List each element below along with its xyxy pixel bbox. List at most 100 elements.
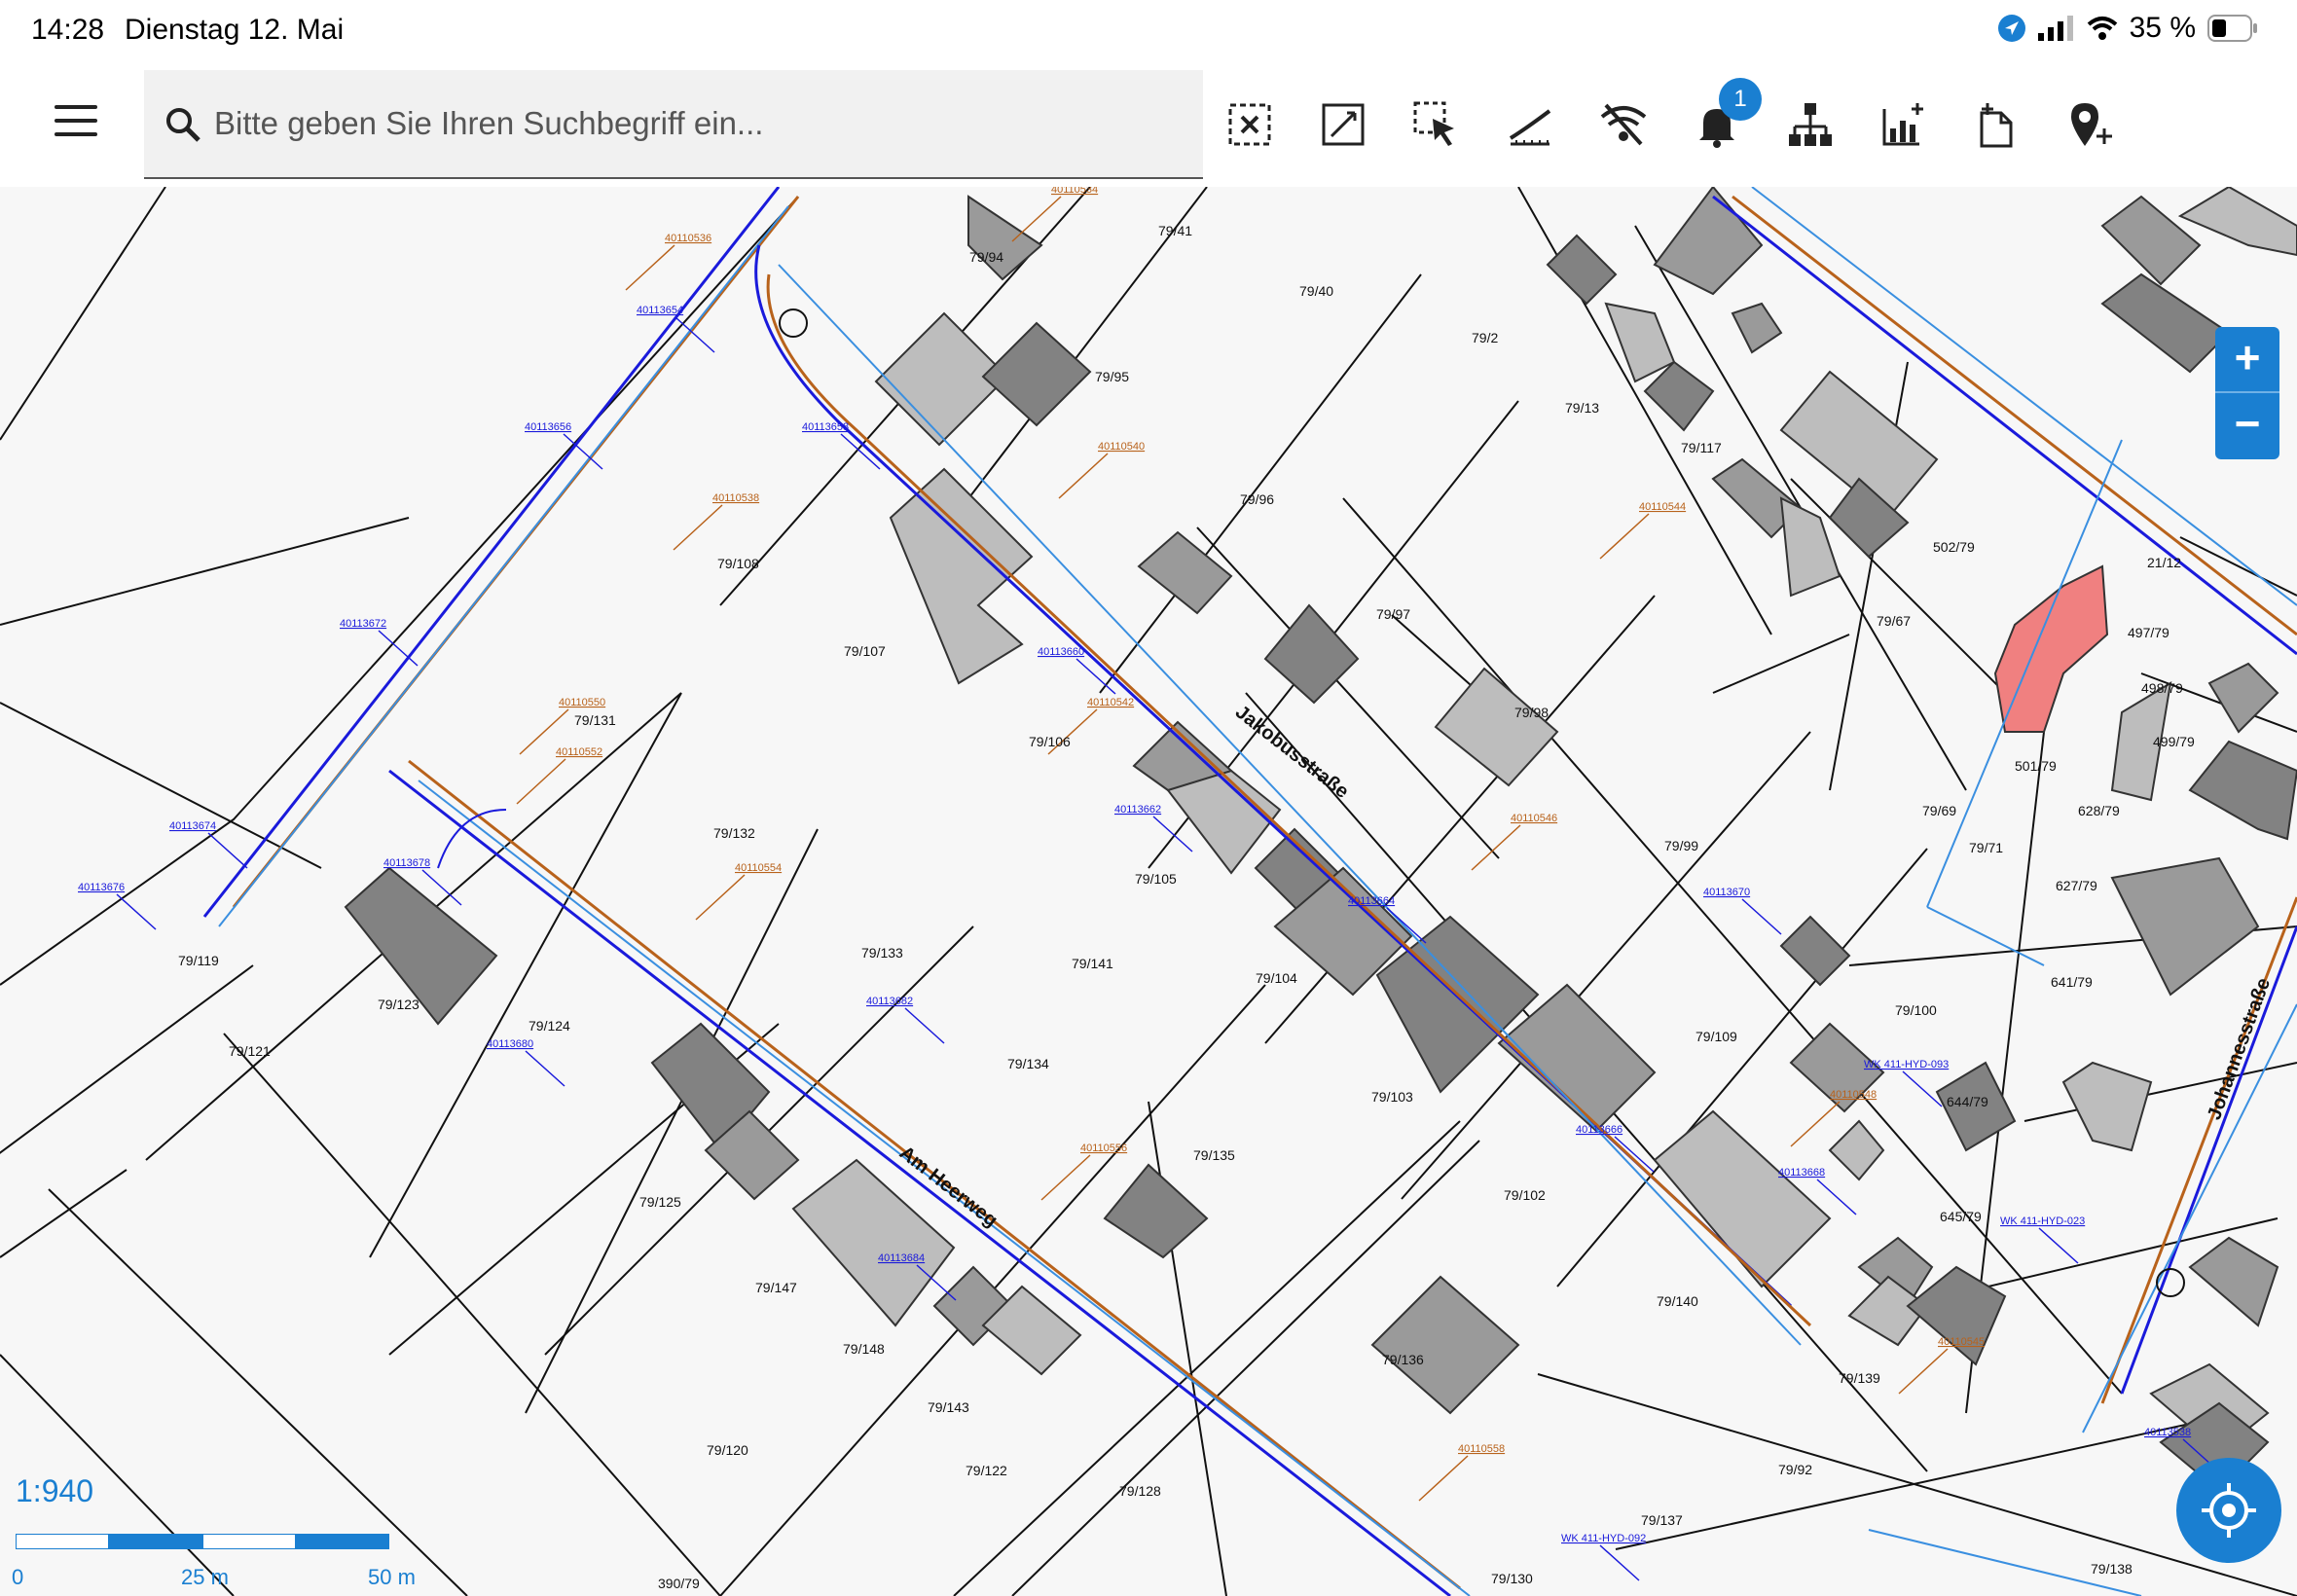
hamburger-menu-icon[interactable]	[55, 105, 97, 144]
sewer-asset-label: 40110552	[556, 746, 602, 758]
pipe-line-12	[2120, 925, 2297, 1395]
zoom-out-button[interactable]: −	[2215, 393, 2279, 457]
leader-line-5	[207, 832, 248, 869]
zoom-control: + −	[2215, 327, 2279, 459]
sewer-asset-label: 40110558	[1458, 1443, 1505, 1455]
building-14	[1779, 915, 1851, 987]
battery-icon	[2207, 15, 2257, 42]
add-location-icon[interactable]	[2065, 99, 2116, 150]
leader-line-8	[1152, 816, 1193, 852]
sewer-asset-label: 40110542	[1087, 697, 1134, 708]
water-asset-label: WK 411-HYD-093	[1864, 1059, 1949, 1070]
pipe-line-15	[1926, 439, 2123, 908]
leader-line-o-8	[1471, 824, 1521, 871]
parcel-number-label: 499/79	[2153, 734, 2195, 749]
sewer-asset-label: 40110554	[735, 862, 782, 874]
parcel-number-label: 627/79	[2056, 878, 2097, 893]
water-asset-label: 40113658	[802, 421, 849, 433]
leader-line-2	[840, 433, 881, 470]
parcel-number-label: 79/40	[1299, 283, 1333, 299]
report-icon[interactable]	[1878, 99, 1929, 150]
crosshair-icon	[2202, 1483, 2256, 1538]
zoom-in-button[interactable]: +	[2215, 327, 2279, 391]
search-icon	[166, 108, 201, 142]
map-canvas[interactable]: Jakobusstraße Am Heerweg Johannesstraße 79…	[0, 187, 2297, 1596]
clear-selection-icon[interactable]	[1224, 99, 1275, 150]
sewer-asset-label: 40110545	[1938, 1336, 1985, 1348]
locate-me-button[interactable]	[2176, 1458, 2281, 1563]
building-39	[2110, 856, 2260, 997]
sewer-asset-label: 40110548	[1830, 1089, 1877, 1101]
building-48	[1370, 1275, 1520, 1415]
water-asset-label: 40113666	[1576, 1124, 1622, 1136]
measure-icon[interactable]	[1318, 99, 1368, 150]
manhole-marker	[2156, 1268, 2185, 1297]
search-bar	[144, 70, 1203, 179]
water-asset-label: 40113672	[340, 618, 386, 630]
search-input[interactable]	[212, 95, 1170, 152]
building-40	[2061, 1061, 2153, 1152]
pipe-line-14	[2082, 1003, 2297, 1433]
offline-icon[interactable]	[1598, 99, 1649, 150]
parcel-number-label: 79/143	[928, 1399, 969, 1415]
parcel-number-label: 79/137	[1641, 1512, 1683, 1528]
notification-badge: 1	[1719, 78, 1762, 121]
parcel-number-label: 497/79	[2128, 625, 2169, 640]
network-icon[interactable]	[1785, 99, 1836, 150]
water-asset-label: 40113674	[169, 820, 216, 832]
leader-line-12	[1741, 898, 1782, 935]
leader-line-17	[1902, 1070, 1943, 1107]
parcel-number-label: 79/92	[1778, 1462, 1812, 1477]
parcel-number-label: 79/100	[1895, 1002, 1937, 1018]
parcel-number-label: 390/79	[658, 1576, 700, 1591]
parcel-number-label: 79/138	[2091, 1561, 2133, 1577]
parcel-number-label: 628/79	[2078, 803, 2120, 818]
leader-line-o-10	[1790, 1101, 1841, 1147]
profile-icon[interactable]	[1505, 99, 1555, 150]
leader-line-o-13	[1898, 1348, 1949, 1395]
scale-label-0: 0	[12, 1565, 24, 1589]
sewer-asset-label: 40110540	[1098, 441, 1145, 453]
leader-line-o-2	[1058, 453, 1109, 499]
parcel-number-label: 79/71	[1969, 840, 2003, 855]
parcel-number-label: 79/141	[1072, 956, 1113, 971]
pipe-line-2	[218, 205, 789, 927]
highlighted-building[interactable]	[1993, 564, 2109, 733]
parcel-number-label: 79/69	[1922, 803, 1956, 818]
parcel-number-label: 79/109	[1695, 1029, 1737, 1044]
select-icon[interactable]	[1411, 99, 1462, 150]
building-2	[981, 321, 1092, 427]
status-indicators: 35 %	[1997, 12, 2258, 45]
parcel-number-label: 79/99	[1664, 838, 1698, 853]
parcel-number-label: 644/79	[1947, 1094, 1988, 1109]
building-16	[1828, 1119, 1885, 1181]
parcel-number-label: 79/139	[1839, 1370, 1880, 1386]
map-scale-ratio: 1:940	[16, 1473, 94, 1508]
scale-bar	[16, 1534, 391, 1551]
scale-label-25: 25 m	[181, 1565, 229, 1589]
leader-line-3	[378, 630, 419, 667]
building-10	[1434, 667, 1559, 787]
water-asset-label: 40113684	[878, 1252, 925, 1264]
building-38	[2188, 740, 2297, 841]
building-33	[2100, 195, 2202, 286]
status-bar: 14:28 Dienstag 12. Mai 35 %	[0, 0, 2297, 62]
cadastral-map[interactable]: JakobusstraßeAm HeerwegJohannesstraße 79…	[0, 187, 2297, 1596]
water-asset-label: 40113654	[637, 305, 683, 316]
parcel-number-label: 79/108	[717, 556, 759, 571]
water-asset-label: WK 411-HYD-023	[2000, 1215, 2085, 1227]
building-20	[1103, 1163, 1209, 1259]
water-asset-label: 40113656	[525, 421, 571, 433]
water-asset-label: 40113680	[487, 1038, 533, 1050]
top-toolbar: 1	[0, 62, 2297, 187]
building-35	[2100, 272, 2231, 374]
parcel-number-label: 79/131	[574, 712, 616, 728]
add-document-icon[interactable]	[1972, 99, 2023, 150]
water-asset-label: 40113682	[866, 996, 913, 1007]
parcel-number-label: 79/119	[178, 953, 219, 968]
parcel-number-label: 79/41	[1158, 223, 1192, 238]
building-32	[1546, 234, 1618, 306]
leader-line-o-7	[695, 874, 746, 921]
parcel-number-label: 79/135	[1193, 1147, 1235, 1163]
leader-line-0	[675, 316, 715, 353]
